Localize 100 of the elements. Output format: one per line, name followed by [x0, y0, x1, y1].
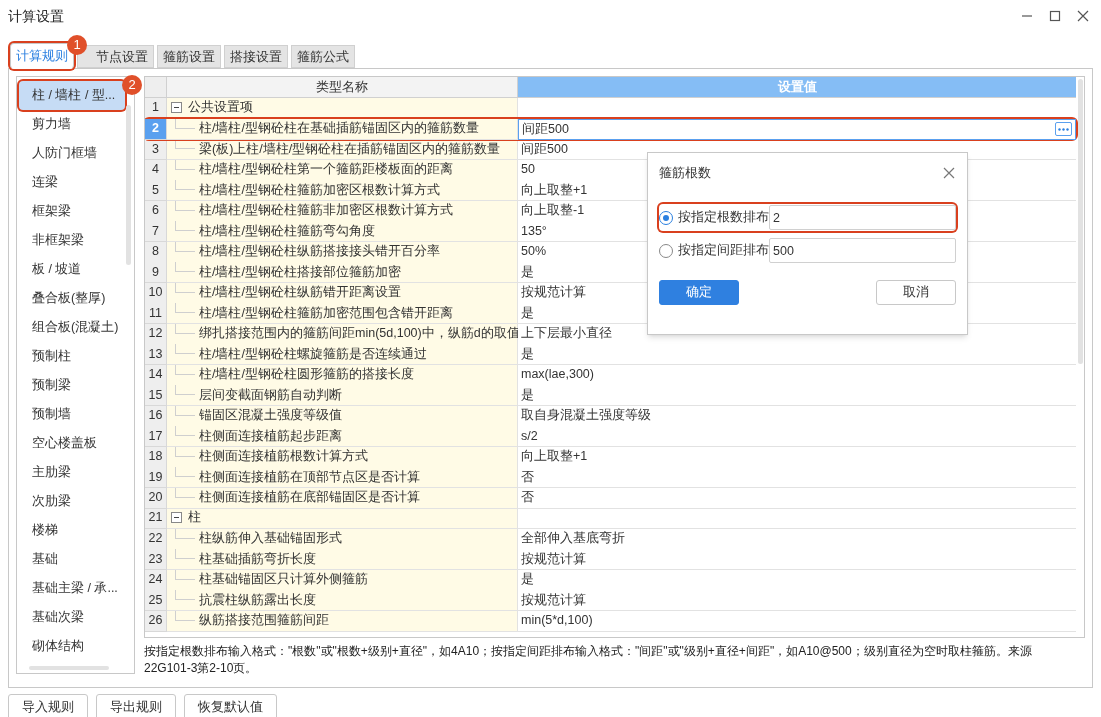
- tree-connector: [175, 344, 195, 354]
- row-number: 4: [145, 159, 167, 181]
- sidebar-item[interactable]: 人防门框墙: [19, 139, 125, 168]
- ellipsis-icon: [1058, 127, 1069, 131]
- sidebar-item[interactable]: 预制墙: [19, 400, 125, 429]
- setting-name: 柱/墙柱/型钢砼柱箍筋非加密区根数计算方式: [198, 202, 453, 220]
- tree-connector: [175, 590, 195, 600]
- setting-name: 柱/墙柱/型钢砼柱螺旋箍筋是否连续通过: [198, 345, 427, 363]
- row-number: 16: [145, 405, 167, 427]
- setting-name: 纵筋搭接范围箍筋间距: [198, 612, 329, 630]
- setting-name: 柱/墙柱/型钢砼柱在基础插筋锚固区内的箍筋数量: [198, 120, 479, 138]
- scrollbar-thumb[interactable]: [126, 105, 131, 265]
- tab[interactable]: 箍筋公式: [291, 45, 355, 68]
- tree-connector: [175, 282, 195, 293]
- setting-name: 锚固区混凝土强度等级值: [198, 407, 342, 425]
- radio-button[interactable]: [659, 210, 673, 225]
- footer-button[interactable]: 导出规则: [96, 694, 176, 717]
- help-text: 按指定根数排布输入格式："根数"或"根数+级别+直径"，如4A10；按指定间距排布输入格式："间距"或"级别+直径+间距"，如A10@500；级别直径为空时取柱箍筋。来源22G101-3第2-10页。: [144, 643, 1033, 677]
- setting-value: 是: [518, 385, 1076, 406]
- setting-name: 柱/墙柱/型钢砼柱搭接部位箍筋加密: [198, 263, 401, 281]
- setting-name: 柱侧面连接植筋根数计算方式: [198, 448, 368, 466]
- sidebar-item[interactable]: 主肋梁: [19, 458, 125, 487]
- close-icon[interactable]: [943, 167, 955, 179]
- tree-connector: [175, 426, 195, 436]
- tab[interactable]: 计算规则: [10, 43, 74, 69]
- radio-option[interactable]: 按指定间距排布: [659, 241, 769, 260]
- sidebar-item[interactable]: 预制柱: [19, 342, 125, 371]
- scrollbar-thumb[interactable]: [1078, 79, 1083, 364]
- setting-value: 按规范计算: [518, 590, 1076, 611]
- row-number: 12: [145, 323, 167, 345]
- setting-name: 柱/墙柱/型钢砼柱纵筋搭接接头错开百分率: [198, 243, 440, 261]
- row-number: 11: [145, 303, 167, 324]
- tree-connector: [175, 549, 195, 559]
- footer-button[interactable]: 导入规则: [8, 694, 88, 717]
- row-number: 22: [145, 528, 167, 550]
- input-field[interactable]: 2: [769, 205, 956, 230]
- tab[interactable]: 箍筋设置: [157, 45, 221, 68]
- column-header: 类型名称: [167, 77, 518, 98]
- tree-connector: [175, 528, 195, 539]
- footer-button[interactable]: 恢复默认值: [184, 694, 277, 717]
- setting-name: 柱基础锚固区只计算外侧箍筋: [198, 571, 368, 589]
- row-number: 19: [145, 467, 167, 488]
- sidebar-item[interactable]: 柱 / 墙柱 / 型...: [19, 81, 125, 110]
- sidebar-item[interactable]: 基础: [19, 545, 125, 574]
- tree-connector: [175, 364, 195, 375]
- sidebar-item[interactable]: 非框架梁: [19, 226, 125, 255]
- more-button[interactable]: [1055, 122, 1072, 136]
- tree-connector: [175, 118, 195, 129]
- sidebar-item[interactable]: 剪力墙: [19, 110, 125, 139]
- sidebar-item[interactable]: 基础次梁: [19, 603, 125, 632]
- sidebar-item[interactable]: 板 / 坡道: [19, 255, 125, 284]
- row-number: 3: [145, 139, 167, 160]
- tree-connector: [175, 262, 195, 272]
- row-number: 26: [145, 610, 167, 632]
- setting-value: 按规范计算: [518, 549, 1076, 570]
- sidebar-item[interactable]: 框架梁: [19, 197, 125, 226]
- dialog-button[interactable]: 确定: [659, 280, 739, 305]
- row-number: 23: [145, 549, 167, 570]
- setting-name: 绑扎搭接范围内的箍筋间距min(5d,100)中，纵筋d的取值: [198, 325, 520, 343]
- radio-button[interactable]: [659, 243, 673, 258]
- sidebar-item[interactable]: 基础主梁 / 承...: [19, 574, 125, 603]
- dialog-title: 箍筋根数: [659, 164, 711, 183]
- sidebar-item[interactable]: 空心楼盖板: [19, 429, 125, 458]
- maximize-icon[interactable]: [1049, 10, 1061, 22]
- sidebar-item[interactable]: 楼梯: [19, 516, 125, 545]
- group-label: 柱: [188, 509, 201, 527]
- sidebar-item[interactable]: 组合板(混凝土): [19, 313, 125, 342]
- tree-connector: [175, 159, 195, 170]
- tree-connector: [175, 467, 195, 477]
- sidebar-item[interactable]: 连梁: [19, 168, 125, 197]
- row-number: 18: [145, 446, 167, 468]
- setting-name: 层间变截面钢筋自动判断: [198, 386, 342, 404]
- setting-name: 柱侧面连接植筋在顶部节点区是否计算: [198, 468, 420, 486]
- setting-name: 抗震柱纵筋露出长度: [198, 591, 316, 609]
- sidebar-item[interactable]: 砌体结构: [19, 632, 125, 661]
- collapse-icon[interactable]: [171, 512, 182, 524]
- value-field[interactable]: 间距500: [518, 118, 1076, 140]
- sidebar-item[interactable]: 叠合板(整厚): [19, 284, 125, 313]
- column-header: 设置值: [518, 77, 1076, 98]
- setting-name: 梁(板)上柱/墙柱/型钢砼柱在插筋锚固区内的箍筋数量: [198, 140, 501, 158]
- collapse-icon[interactable]: [171, 102, 182, 114]
- setting-name: 柱侧面连接植筋在底部锚固区是否计算: [198, 489, 420, 507]
- row-number: 2: [145, 118, 167, 140]
- input-field[interactable]: 500: [769, 238, 956, 263]
- row-number: 9: [145, 262, 167, 283]
- dialog-button[interactable]: 取消: [876, 280, 956, 305]
- tab[interactable]: 搭接设置: [224, 45, 288, 68]
- tree-connector: [175, 569, 195, 580]
- row-number: 25: [145, 590, 167, 611]
- close-icon[interactable]: [1077, 10, 1089, 22]
- setting-name: 柱/墙柱/型钢砼柱箍筋加密范围包含错开距离: [198, 304, 453, 322]
- setting-name: 柱/墙柱/型钢砼柱圆形箍筋的搭接长度: [198, 366, 414, 384]
- row-number: 17: [145, 426, 167, 447]
- tree-connector: [175, 487, 195, 498]
- sidebar-item[interactable]: 预制梁: [19, 371, 125, 400]
- number-badge: 1: [67, 35, 87, 55]
- row-number: 21: [145, 508, 167, 529]
- sidebar-item[interactable]: 次肋梁: [19, 487, 125, 516]
- tree-connector: [175, 303, 195, 313]
- row-number: 13: [145, 344, 167, 365]
